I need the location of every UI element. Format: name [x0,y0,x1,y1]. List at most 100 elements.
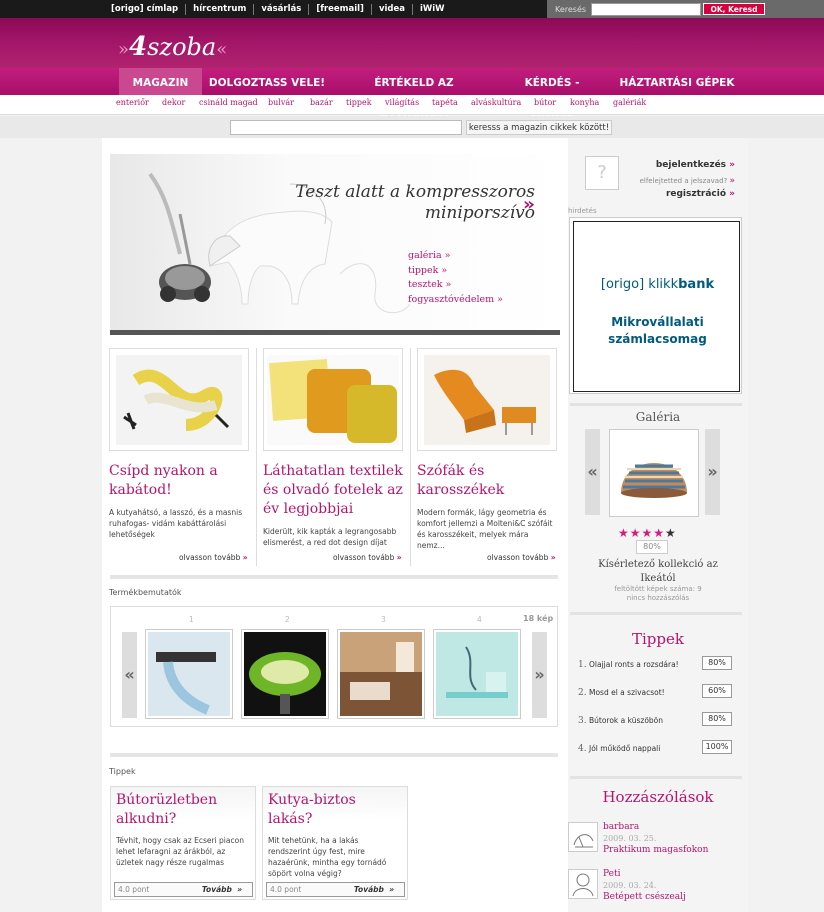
portal-link-hircentrum[interactable]: hírcentrum [186,3,255,15]
rating-stars[interactable]: ★★★★★ [618,526,677,540]
hero-feature[interactable]: Teszt alatt a kompresszoros miniporszívó … [110,154,560,330]
subnav-csinald-magad[interactable]: csináld magad [199,98,258,107]
subnav-vilagitas[interactable]: világítás [385,98,419,107]
article-image[interactable] [417,348,557,451]
hero-image [148,172,410,314]
nav-tab-dolgoztass[interactable]: DOLGOZTASS VELE! [208,68,326,95]
hero-link-tippek[interactable]: tippek » [408,264,503,279]
read-more-link[interactable]: olvasson tovább » [333,553,402,562]
magazine-search-input[interactable] [230,120,462,135]
comment-topic-link[interactable]: Praktikum magasfokon [603,845,708,855]
tip-list-item[interactable]: 1. Olajjal ronts a rozsdára! 80% [578,656,738,670]
tip-more-link[interactable]: Tovább » [202,883,242,896]
ad-brand: [origo] klikkbank [574,277,741,292]
hero-links: galéria » tippek » tesztek » fogyasztóvé… [408,249,503,307]
magazine-search-button[interactable]: keresss a magazin cikkek között! [466,120,612,135]
article-title[interactable]: Csípd nyakon a kabátod! [109,462,249,500]
gallery-image-count: feltöltött képek száma: 9 [614,585,702,593]
subnav-dekor[interactable]: dekor [162,98,185,107]
article-image[interactable] [109,348,249,451]
carousel-next-button[interactable]: » [532,632,547,718]
tip-list-item[interactable]: 2. Mosd el a szivacsot! 60% [578,684,738,698]
subnav-bulvar[interactable]: bulvár [268,98,294,107]
ad-brand-bank: bank [678,277,715,292]
gallery-next-button[interactable]: » [705,429,720,515]
tip-title[interactable]: Bútorüzletben alkudni? [111,787,255,829]
gallery-rating: 80% [636,540,668,554]
nav-tab-kerdes-valasz[interactable]: KÉRDÉS - VÁLASZ [500,68,604,120]
login-link[interactable]: bejelentkezés » [656,160,735,170]
product-thumbnail[interactable] [145,629,233,719]
hero-link-tesztek[interactable]: tesztek » [408,278,503,293]
tip-text: Olajjal ronts a rozsdára! [588,660,679,669]
subnav-butor[interactable]: bútor [534,98,556,107]
chevron-right-icon: » [729,189,735,199]
portal-link-freemail[interactable]: [freemail] [309,3,372,15]
tip-score: 80% [702,712,732,726]
nav-tab-haztartasi-gepek[interactable]: HÁZTARTÁSI GÉPEK [618,68,736,95]
comment-user[interactable]: barbara [603,822,639,832]
article-title[interactable]: Láthatatlan textilek és olvadó fotelek a… [263,462,403,519]
sub-nav: enteriőr dekor csináld magad bulvár bazá… [0,95,824,115]
hero-link-fogyasztovedelem[interactable]: fogyasztóvédelem » [408,293,503,308]
section-divider [110,575,558,579]
woven-lamp-image [613,433,695,513]
comment-date: 2009. 03. 24. [603,881,657,890]
avatar[interactable] [568,822,598,852]
product-carousel: 18 kép 1 2 3 4 « » [110,606,558,727]
portal-link-iwiw[interactable]: iWiW [413,4,452,15]
user-sketch-icon [572,873,594,897]
subnav-konyha[interactable]: konyha [570,98,599,107]
login-label: bejelentkezés [655,160,727,170]
comment-user[interactable]: Peti [603,869,620,879]
register-link[interactable]: regisztráció » [666,189,735,199]
gallery-image[interactable] [609,429,699,517]
subnav-tapeta[interactable]: tapéta [432,98,458,107]
tip-points: 4.0 pont [118,885,150,894]
avatar[interactable] [568,869,598,899]
subnav-enterior[interactable]: enteriőr [116,98,149,107]
tip-list-item[interactable]: 3. Bútorok a küszöbön 80% [578,712,738,726]
portal-link-vasarlas[interactable]: vásárlás [254,3,310,15]
products-section-title: Termékbemutatók [109,588,182,597]
card-divider [256,348,257,566]
gallery-caption[interactable]: Kísérletező kollekció az Ikeától [568,558,748,586]
search-button[interactable]: OK, Keresd [703,3,765,15]
site-logo[interactable]: »4szoba« [118,33,227,64]
hero-title[interactable]: Teszt alatt a kompresszoros miniporszívó [275,182,535,224]
article-title[interactable]: Szófák és karosszékek [417,462,557,500]
nav-tab-ertekeld[interactable]: ÉRTÉKELD AZ OTTHONOM [338,68,490,120]
avatar-placeholder-icon: ? [585,156,619,190]
subnav-bazar[interactable]: bazár [310,98,333,107]
chevron-right-icon: » [396,553,402,562]
forgot-password-link[interactable]: elfelejtetted a jelszavad? » [640,176,735,186]
tip-score: 100% [702,740,732,754]
tip-footer: 4.0 pont Tovább » [266,882,405,897]
subnav-alvaskultura[interactable]: alváskultúra [471,98,521,107]
tip-title[interactable]: Kutya-biztos lakás? [263,787,407,829]
portal-link-videa[interactable]: videa [372,3,413,15]
tip-number: 1. [578,660,587,670]
subnav-galeriak[interactable]: galériák [613,98,646,107]
read-more-link[interactable]: olvasson tovább » [179,553,248,562]
portal-link-origo[interactable]: [origo] címlap [104,3,187,15]
subnav-tippek[interactable]: tippek [346,98,372,107]
search-input[interactable] [591,2,701,16]
hero-link-galeria[interactable]: galéria » [408,249,503,264]
ad-label: hirdetés [568,207,597,215]
tip-more-link[interactable]: Tovább » [354,883,394,896]
product-thumbnail[interactable] [433,629,521,719]
carousel-prev-button[interactable]: « [122,632,137,718]
article-image[interactable] [263,348,403,451]
tip-score: 60% [702,684,732,698]
gallery-prev-button[interactable]: « [585,429,600,515]
advertisement[interactable]: [origo] klikkbank Mikrovállalati számlacs… [569,217,742,394]
product-thumbnail[interactable] [241,629,329,719]
hero-arrow-icon[interactable]: » [523,194,535,215]
nav-tab-magazin[interactable]: MAGAZIN [119,68,202,95]
comment-topic-link[interactable]: Betépett csészealj [603,892,686,902]
chevron-right-icon: » [729,160,735,170]
product-thumbnail[interactable] [337,629,425,719]
read-more-link[interactable]: olvasson tovább » [487,553,556,562]
tip-list-item[interactable]: 4. Jól működő nappali 100% [578,740,738,754]
